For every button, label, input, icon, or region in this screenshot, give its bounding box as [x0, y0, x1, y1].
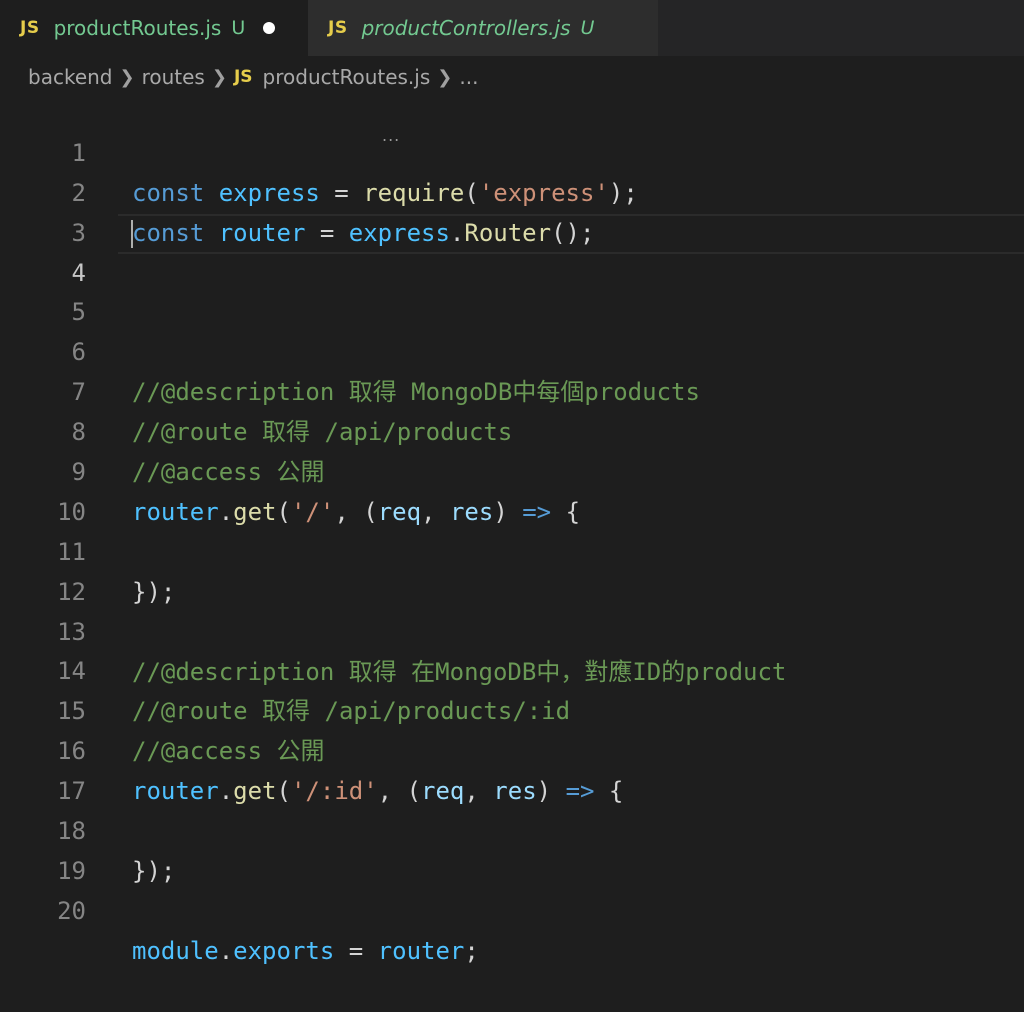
- code-line[interactable]: 6 //@description 取得 MongoDB中每個products: [0, 293, 1024, 406]
- code-line[interactable]: 15 //@access 公開: [0, 652, 1024, 765]
- code-line[interactable]: 3: [0, 174, 1024, 247]
- chevron-right-icon: ❯: [211, 66, 227, 88]
- quick-fix-hint-icon[interactable]: ...: [382, 126, 400, 145]
- javascript-file-icon: JS: [233, 67, 253, 87]
- code-line[interactable]: 13 //@description 取得 在MongoDB中，對應ID的prod…: [0, 573, 1024, 686]
- code-line[interactable]: 1 const express = require('express');: [0, 94, 1024, 207]
- git-status-badge: U: [231, 17, 246, 39]
- code-line[interactable]: 9 router.get('/', (req, res) => {: [0, 413, 1024, 526]
- breadcrumb-item-backend[interactable]: backend: [28, 65, 113, 89]
- line-number: 20: [57, 896, 86, 925]
- code-line[interactable]: 11 });: [0, 493, 1024, 606]
- tab-productcontrollers[interactable]: JS productControllers.js U: [308, 0, 658, 56]
- breadcrumb-item-file[interactable]: productRoutes.js: [263, 65, 431, 89]
- code-line[interactable]: 7 //@route 取得 /api/products: [0, 333, 1024, 446]
- breadcrumb-item-routes[interactable]: routes: [142, 65, 205, 89]
- code-line[interactable]: 20 module.exports = router;: [0, 852, 1024, 965]
- code-editor[interactable]: 1 const express = require('express'); 2 …: [0, 94, 1024, 965]
- unsaved-dot-icon[interactable]: [263, 22, 276, 34]
- code-line[interactable]: 12: [0, 533, 1024, 606]
- tab-productroutes[interactable]: JS productRoutes.js U: [0, 0, 308, 56]
- code-line[interactable]: 14 //@route 取得 /api/products/:id: [0, 613, 1024, 725]
- git-status-badge: U: [580, 17, 595, 39]
- code-line[interactable]: 17: [0, 732, 1024, 805]
- chevron-right-icon: ❯: [437, 66, 453, 88]
- code-line[interactable]: 19: [0, 812, 1024, 885]
- code-line[interactable]: 16 router.get('/:id', (req, res) => {: [0, 692, 1024, 805]
- breadcrumb-item-symbols[interactable]: ...: [459, 65, 478, 89]
- code-line[interactable]: 18 });: [0, 772, 1024, 885]
- tab-bar: JS productRoutes.js U JS productControll…: [0, 0, 1024, 56]
- code-line[interactable]: 5: [0, 254, 1024, 326]
- breadcrumb: backend ❯ routes ❯ JS productRoutes.js ❯…: [28, 62, 478, 92]
- tab-label: productRoutes.js: [53, 16, 222, 40]
- chevron-right-icon: ❯: [119, 66, 135, 88]
- code-line[interactable]: 2 const router = express.Router();: [0, 134, 1024, 247]
- javascript-file-icon: JS: [328, 18, 348, 38]
- code-line[interactable]: 8 //@access 公開: [0, 373, 1024, 486]
- line-content: module.exports = router;: [132, 936, 479, 965]
- code-line[interactable]: 10: [0, 453, 1024, 526]
- current-code-line[interactable]: 4: [0, 213, 1024, 287]
- text-cursor: [131, 219, 133, 248]
- tab-label: productControllers.js: [361, 16, 571, 40]
- javascript-file-icon: JS: [20, 18, 40, 38]
